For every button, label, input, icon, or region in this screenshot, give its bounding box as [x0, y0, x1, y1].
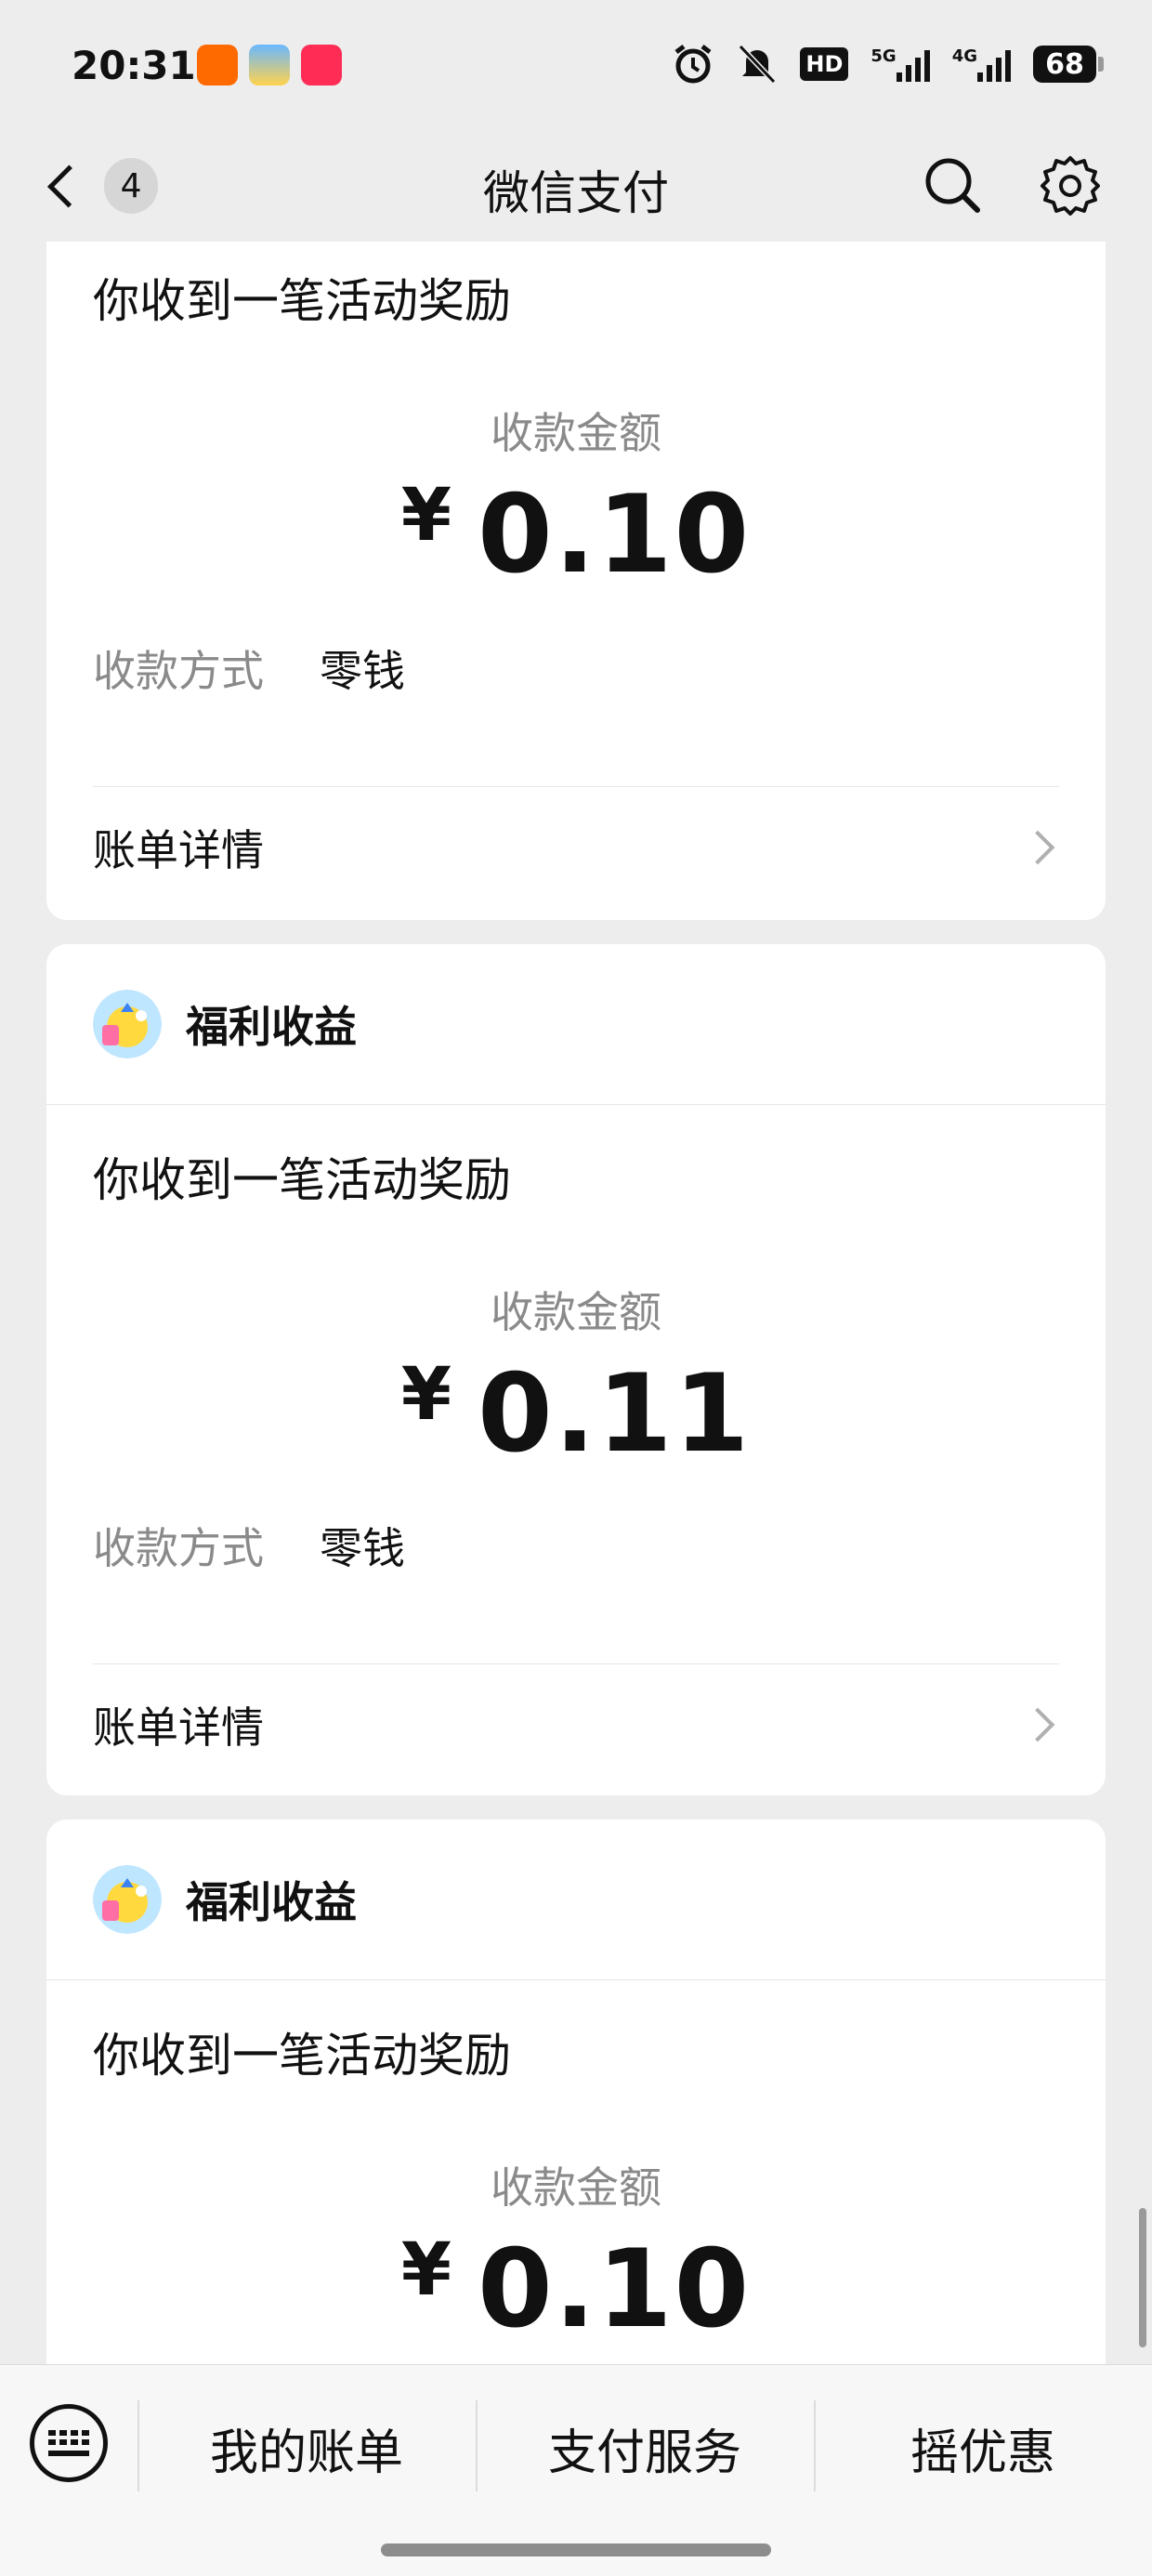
chevron-right-icon [1020, 1707, 1055, 1742]
method-label: 收款方式 [93, 1523, 264, 1573]
menu-shake-offers[interactable]: 摇优惠 [816, 2413, 1150, 2483]
sender-name: 福利收益 [186, 1877, 357, 1927]
taobao-app-icon [197, 45, 238, 85]
nav-bar: 4 微信支付 [0, 130, 1152, 242]
network-4g-label: 4G [951, 46, 977, 66]
chevron-right-icon [1020, 830, 1055, 865]
divider [93, 1663, 1059, 1664]
signal-bars-icon [896, 46, 930, 82]
battery-indicator: 68 [1033, 46, 1104, 83]
bill-detail-label: 账单详情 [93, 825, 264, 875]
card-title: 你收到一笔活动奖励 [93, 274, 511, 328]
message-list[interactable]: 你收到一笔活动奖励 收款金额 ¥0.10 收款方式 零钱 账单详情 福利收益 你… [0, 242, 1152, 2364]
alarm-icon [674, 45, 712, 84]
bill-detail-link[interactable]: 账单详情 [46, 1667, 1106, 1782]
home-indicator[interactable] [381, 2543, 771, 2556]
currency-symbol: ¥ [400, 2228, 454, 2312]
gear-icon[interactable] [1037, 152, 1104, 219]
currency-symbol: ¥ [400, 474, 454, 558]
menu-my-bills[interactable]: 我的账单 [139, 2413, 474, 2483]
method-value: 零钱 [320, 646, 405, 696]
payment-card: 福利收益 你收到一笔活动奖励 收款金额 ¥0.10 [46, 1820, 1106, 2364]
amount-value: ¥0.10 [46, 2227, 1106, 2352]
amount-label: 收款金额 [491, 2162, 661, 2213]
signal-4g: 4G [952, 46, 1011, 82]
payment-card: 福利收益 你收到一笔活动奖励 收款金额 ¥0.11 收款方式 零钱 账单详情 [46, 944, 1106, 1795]
game-app-icon [249, 45, 290, 85]
status-time: 20:31 [72, 43, 196, 88]
bottom-menu-bar: 我的账单 支付服务 摇优惠 [0, 2364, 1152, 2576]
amount-label: 收款金额 [491, 1287, 661, 1337]
card-title: 你收到一笔活动奖励 [93, 1153, 511, 1207]
hd-label: HD [800, 47, 849, 81]
card-header[interactable]: 福利收益 [46, 1820, 1106, 1980]
search-icon[interactable] [920, 152, 987, 219]
network-5g-label: 5G [871, 46, 897, 66]
amount-label: 收款金额 [491, 408, 661, 458]
sender-name: 福利收益 [186, 1002, 357, 1052]
method-label: 收款方式 [93, 646, 264, 696]
welfare-avatar [93, 990, 162, 1058]
payment-card: 你收到一笔活动奖励 收款金额 ¥0.10 收款方式 零钱 账单详情 [46, 242, 1106, 920]
divider [93, 786, 1059, 787]
hd-badge: HD [800, 47, 849, 81]
amount-number: 0.10 [478, 2227, 752, 2352]
payment-method-row: 收款方式 零钱 [46, 637, 405, 699]
currency-symbol: ¥ [400, 1353, 454, 1437]
payment-method-row: 收款方式 零钱 [46, 1515, 405, 1576]
signal-bars-icon [977, 46, 1011, 82]
bill-detail-label: 账单详情 [93, 1702, 264, 1753]
signal-5g: 5G [871, 46, 930, 82]
amount-value: ¥0.11 [46, 1351, 1106, 1477]
status-icons: HD 5G 4G 68 [672, 43, 1104, 85]
keyboard-icon [48, 2430, 89, 2456]
keyboard-toggle-button[interactable] [30, 2404, 108, 2482]
mute-bell-icon [739, 44, 777, 85]
screen: 20:31 HD 5G 4G 68 4 微信支付 你收到一笔活动奖励 收款金额 … [0, 0, 1152, 2576]
welfare-avatar [93, 1865, 162, 1934]
menu-payment-services[interactable]: 支付服务 [478, 2413, 812, 2483]
amount-value: ¥0.10 [46, 472, 1106, 598]
status-bar: 20:31 HD 5G 4G 68 [0, 0, 1152, 130]
scrollbar[interactable] [1139, 2208, 1146, 2347]
card-title: 你收到一笔活动奖励 [93, 2029, 511, 2083]
618-app-icon [301, 45, 342, 85]
amount-number: 0.11 [478, 1351, 752, 1477]
card-header[interactable]: 福利收益 [46, 944, 1106, 1105]
bill-detail-link[interactable]: 账单详情 [46, 790, 1106, 905]
method-value: 零钱 [320, 1523, 405, 1573]
amount-number: 0.10 [478, 472, 752, 598]
